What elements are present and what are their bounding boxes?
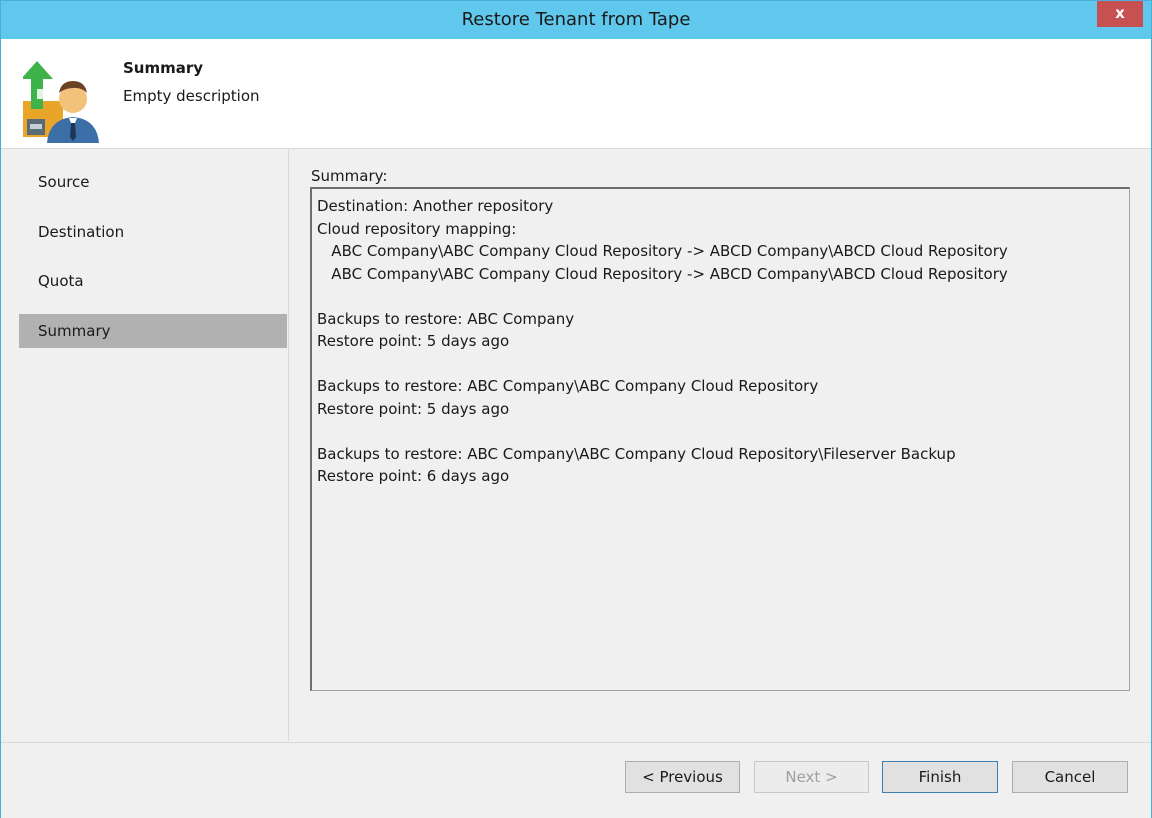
summary-line: Backups to restore: ABC Company\ABC Comp… (317, 377, 819, 395)
previous-button[interactable]: < Previous (625, 761, 740, 793)
summary-line: Restore point: 5 days ago (317, 332, 510, 350)
finish-button[interactable]: Finish (882, 761, 998, 793)
cancel-button[interactable]: Cancel (1012, 761, 1128, 793)
next-button[interactable]: Next > (754, 761, 869, 793)
summary-blank-line (317, 285, 1124, 308)
sidebar-item-destination[interactable]: Destination (19, 215, 287, 249)
sidebar-item-summary[interactable]: Summary (19, 314, 287, 348)
restore-tenant-icon (23, 61, 99, 143)
summary-line: Backups to restore: ABC Company\ABC Comp… (317, 444, 956, 463)
summary-blank-line (317, 420, 1124, 443)
summary-line: Cloud repository mapping: (317, 219, 517, 238)
summary-line: Restore point: 5 days ago (317, 399, 510, 418)
wizard-footer: < Previous Next > Finish Cancel (1, 742, 1151, 818)
step-title: Summary (123, 59, 204, 77)
step-description: Empty description (123, 87, 260, 105)
wizard-header: Summary Empty description (1, 39, 1151, 149)
summary-label: Summary: (311, 167, 388, 185)
summary-line: ABC Company\ABC Company Cloud Repository… (317, 264, 1008, 283)
close-button[interactable]: x (1097, 1, 1143, 27)
sidebar-item-source[interactable]: Source (19, 165, 287, 199)
summary-line: Destination: Another repository (317, 197, 554, 215)
wizard-steps-sidebar: Source Destination Quota Summary (1, 149, 289, 741)
title-bar[interactable]: Restore Tenant from Tape x (1, 1, 1151, 39)
summary-line: Backups to restore: ABC Company (317, 309, 575, 328)
summary-blank-line (317, 353, 1124, 376)
wizard-window: Restore Tenant from Tape x Summary Empty… (0, 0, 1152, 818)
summary-textbox[interactable]: Destination: Another repository Cloud rep… (310, 187, 1130, 691)
sidebar-item-quota[interactable]: Quota (19, 264, 287, 298)
summary-panel: Summary: Destination: Another repository… (289, 149, 1151, 741)
summary-line: Restore point: 6 days ago (317, 467, 510, 485)
summary-line: ABC Company\ABC Company Cloud Repository… (317, 242, 1008, 260)
window-title: Restore Tenant from Tape (461, 9, 691, 30)
